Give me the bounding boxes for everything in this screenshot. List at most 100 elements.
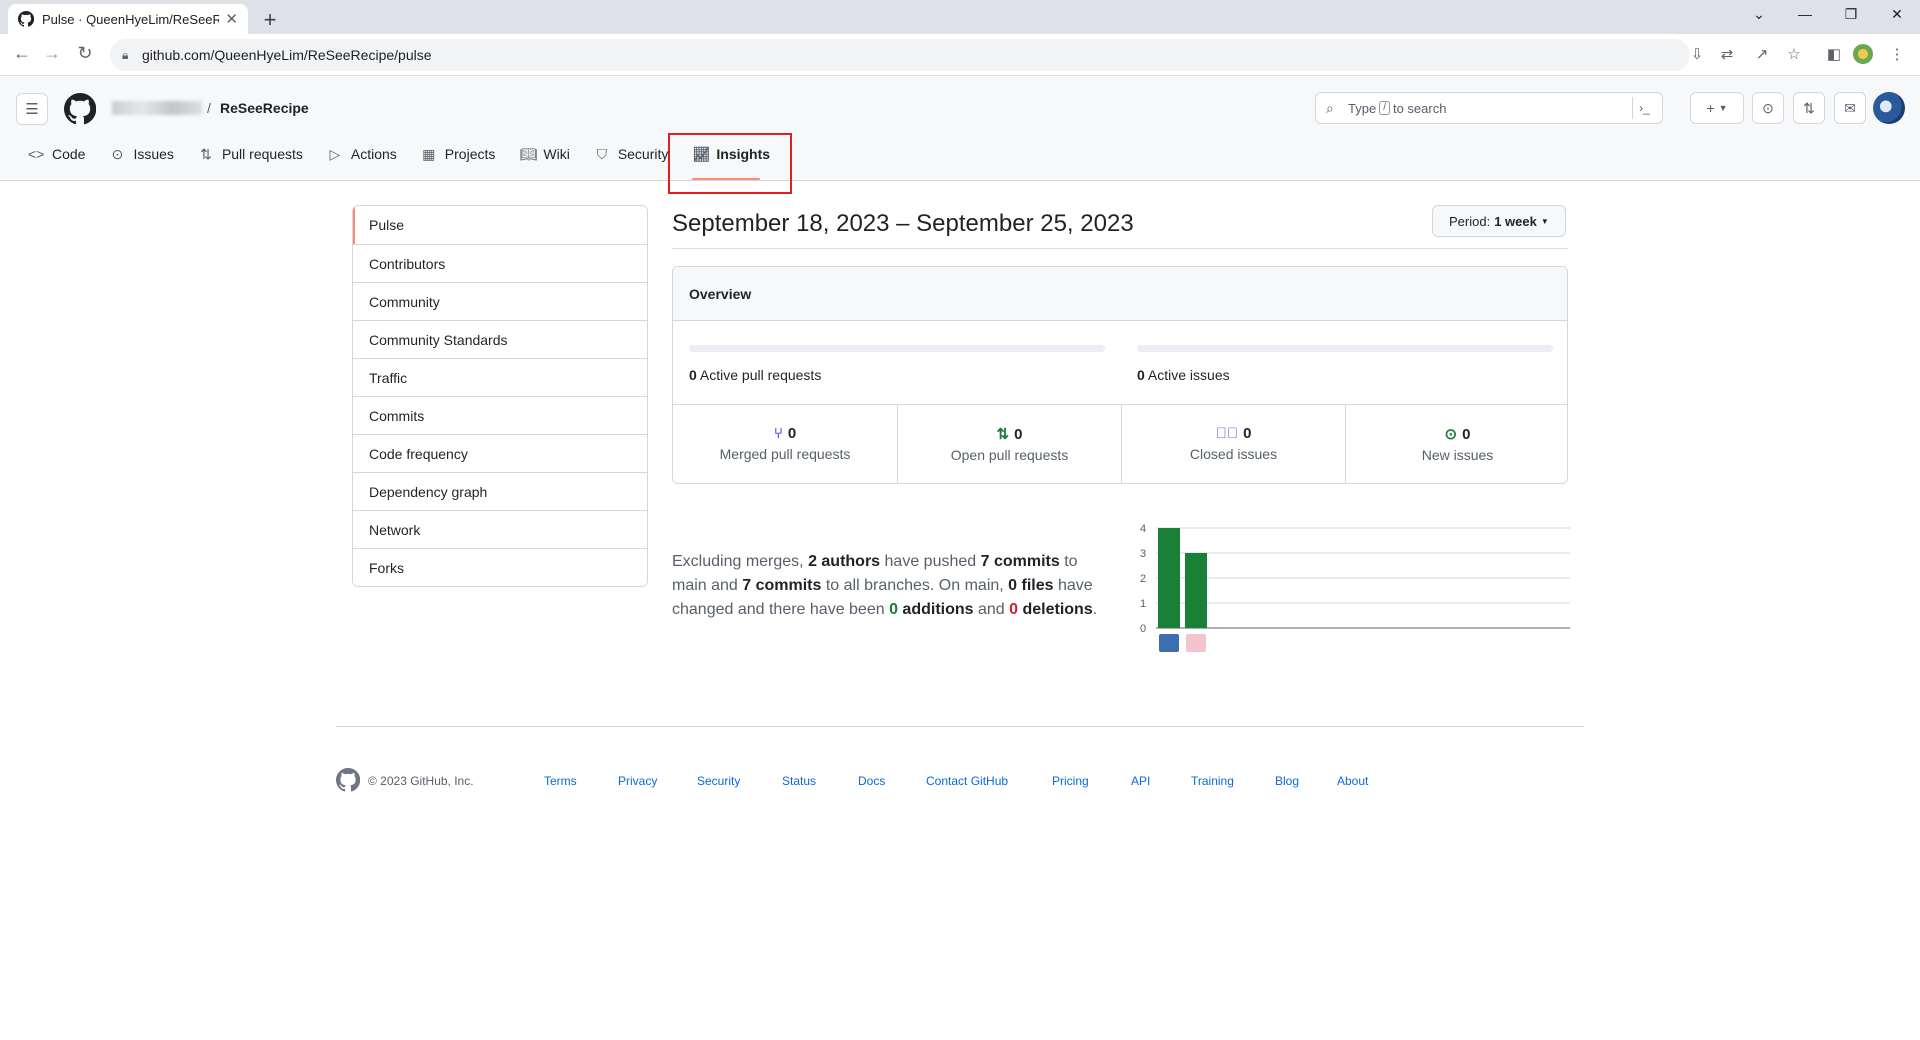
tab-projects[interactable]: ▦ Projects [409,134,508,174]
footer-link-about[interactable]: About [1337,774,1368,788]
tab-label: Wiki [543,146,570,162]
footer-link-status[interactable]: Status [782,774,816,788]
period-dropdown[interactable]: Period: 1 week ▼ [1432,205,1566,237]
repo-owner-redacted[interactable] [112,101,202,115]
close-tab-icon[interactable]: ✕ [225,10,238,28]
side-panel-icon[interactable]: ◧ [1823,45,1845,63]
tab-security[interactable]: ⛉ Security [582,134,681,174]
issue-opened-icon: ⊙ [1444,426,1458,443]
author-avatar[interactable] [1186,634,1206,652]
tab-wiki[interactable]: 📖︎ Wiki [507,134,581,174]
close-window-icon[interactable]: ✕ [1882,6,1912,23]
period-label: Period: [1449,213,1491,229]
summary-text: . [1092,601,1098,618]
footer-link-blog[interactable]: Blog [1275,774,1299,788]
forward-icon[interactable]: → [40,43,64,64]
new-tab-icon[interactable]: + [256,7,284,33]
footer-link-api[interactable]: API [1131,774,1150,788]
hamburger-menu-icon[interactable]: ☰ [16,93,48,125]
new-issues-stat[interactable]: ⊙ 0 New issues [1345,405,1567,483]
create-new-button[interactable]: + ▼ [1690,92,1744,124]
closed-issues-stat[interactable]: ✓⃝ 0 Closed issues [1121,405,1345,483]
github-logo-icon[interactable] [336,768,360,792]
search-shortcut-key: / [1379,101,1390,115]
menu-kebab-icon[interactable]: ⋮ [1886,45,1908,63]
search-icon: ⌕ [1326,100,1334,116]
tab-actions[interactable]: ▷ Actions [315,134,409,174]
browser-tab[interactable]: Pulse · QueenHyeLim/ReSeeRecipe ✕ [8,4,248,34]
tab-code[interactable]: <> Code [16,134,97,174]
active-issues-link[interactable]: 0 Active issues [1137,367,1230,383]
commits-main-count: 7 commits [980,553,1060,570]
tab-label: Projects [444,146,496,162]
reload-icon[interactable]: ↻ [73,43,97,64]
share-icon[interactable]: ↗ [1751,45,1773,63]
tab-issues[interactable]: ⊙ Issues [97,134,185,174]
user-avatar[interactable] [1873,92,1905,124]
active-pull-requests: 0 Active pull requests [673,321,1121,404]
open-prs-stat[interactable]: ⇅ 0 Open pull requests [897,405,1121,483]
stat-label: Closed issues [1189,446,1278,462]
sidebar-item-community[interactable]: Community [353,282,647,320]
tab-label: Actions [350,146,397,162]
sidebar-item-pulse[interactable]: Pulse [353,206,647,244]
table-icon: ▦ [422,145,436,162]
footer-link-docs[interactable]: Docs [858,774,885,788]
commit-summary: Excluding merges, 2 authors have pushed … [672,550,1112,622]
active-issues-count: 0 [1137,367,1145,383]
git-pull-request-icon: ⇅ [996,426,1010,443]
profile-avatar-icon[interactable] [1853,44,1873,64]
minimize-icon[interactable]: — [1790,6,1820,22]
merged-prs-stat[interactable]: ⑂ 0 Merged pull requests [673,405,897,483]
breadcrumb-separator: / [207,100,211,116]
url-text: github.com/QueenHyeLim/ReSeeRecipe/pulse [142,47,432,63]
active-prs-count: 0 [689,367,697,383]
active-prs-link[interactable]: 0 Active pull requests [689,367,821,383]
address-bar[interactable]: 🔒︎ github.com/QueenHyeLim/ReSeeRecipe/pu… [110,39,1690,71]
sidebar-item-traffic[interactable]: Traffic [353,358,647,396]
tab-pull-requests[interactable]: ⇅ Pull requests [186,134,315,174]
sidebar-item-code-frequency[interactable]: Code frequency [353,434,647,472]
footer-link-contact[interactable]: Contact GitHub [926,774,1008,788]
y-tick-label: 0 [1140,623,1146,635]
y-tick-label: 2 [1140,573,1146,585]
sidebar-item-contributors[interactable]: Contributors [353,244,647,282]
play-icon: ▷ [329,145,341,162]
footer-link-pricing[interactable]: Pricing [1052,774,1089,788]
plus-icon: + [1706,100,1715,116]
footer-link-security[interactable]: Security [697,774,740,788]
stat-label: Open pull requests [950,447,1069,463]
footer-link-privacy[interactable]: Privacy [618,774,657,788]
issues-button[interactable]: ⊙ [1752,92,1784,124]
tab-search-icon[interactable]: ⌄ [1744,6,1774,23]
pull-requests-button[interactable]: ⇅ [1793,92,1825,124]
commit-bar[interactable] [1158,528,1180,628]
commit-bar[interactable] [1185,553,1207,628]
author-avatar[interactable] [1159,634,1179,652]
command-palette-icon[interactable]: ›_ [1632,97,1656,119]
footer-link-training[interactable]: Training [1191,774,1234,788]
search-input[interactable]: ⌕ Type / to search ›_ [1315,92,1663,124]
inbox-button[interactable]: ✉ [1834,92,1866,124]
divider [672,248,1568,249]
install-icon[interactable]: ⇩ [1686,45,1708,63]
sidebar-item-commits[interactable]: Commits [353,396,647,434]
sidebar-item-community-standards[interactable]: Community Standards [353,320,647,358]
github-logo-icon[interactable] [64,93,96,125]
translate-icon[interactable]: ⇄ [1716,45,1738,63]
restore-icon[interactable]: ❐ [1836,6,1866,23]
y-tick-label: 3 [1140,548,1146,560]
insights-sidebar: Pulse Contributors Community Community S… [352,205,648,587]
sidebar-item-forks[interactable]: Forks [353,548,647,586]
tab-label: Insights [716,146,771,162]
sidebar-item-network[interactable]: Network [353,510,647,548]
repo-name-link[interactable]: ReSeeRecipe [220,100,309,116]
github-favicon-icon [18,11,34,27]
bookmark-star-icon[interactable]: ☆ [1783,45,1805,63]
back-icon[interactable]: ← [10,43,34,64]
tab-insights[interactable]: 📈︎ Insights [680,134,782,180]
additions-word: additions [897,601,974,618]
pulse-date-range: September 18, 2023 – September 25, 2023 [672,210,1134,237]
footer-link-terms[interactable]: Terms [544,774,577,788]
sidebar-item-dependency-graph[interactable]: Dependency graph [353,472,647,510]
